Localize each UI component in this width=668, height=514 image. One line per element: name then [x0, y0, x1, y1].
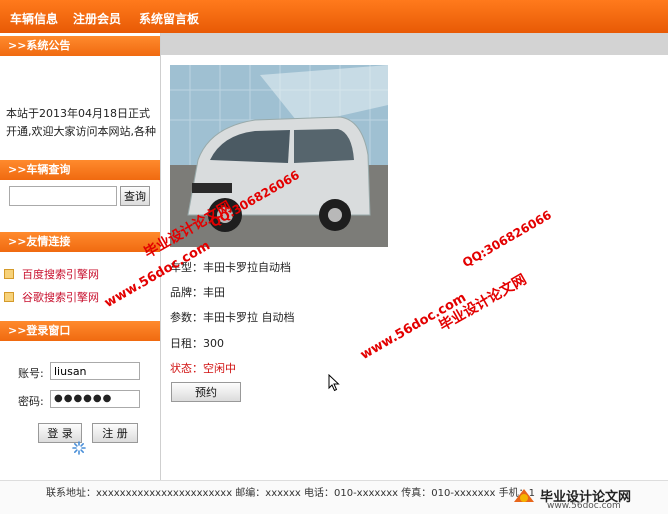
car-photo: [170, 65, 388, 247]
car-status: 状态：空闲中: [170, 362, 236, 375]
car-type: 车型：丰田卡罗拉自动档: [170, 261, 291, 274]
search-button[interactable]: 查询: [120, 186, 150, 206]
top-nav: 车辆信息 注册会员 系统留言板: [0, 0, 668, 33]
link-google[interactable]: 谷歌搜索引擎网: [4, 291, 99, 305]
nav-register[interactable]: 注册会员: [73, 10, 121, 27]
sidebar: >>系统公告 本站于2013年04月18日正式开通,欢迎大家访问本网站,各种 >…: [0, 33, 161, 480]
logo-icon: [514, 489, 534, 502]
link-baidu[interactable]: 百度搜索引擎网: [4, 268, 99, 282]
account-field[interactable]: [50, 362, 140, 380]
account-label: 账号:: [18, 367, 44, 380]
bullet-icon: [4, 269, 14, 279]
password-label: 密码:: [18, 395, 44, 408]
car-rent: 日租：300: [170, 337, 224, 350]
link-label: 谷歌搜索引擎网: [22, 291, 99, 304]
nav-guestbook[interactable]: 系统留言板: [139, 10, 199, 27]
content-header-bar: [161, 33, 668, 55]
car-params: 参数：丰田卡罗拉 自动档: [170, 311, 295, 324]
footer-contact: 联系地址：xxxxxxxxxxxxxxxxxxxxxxx 邮编：xxxxxx 电…: [46, 488, 535, 499]
search-heading: >>车辆查询: [0, 160, 160, 180]
book-button[interactable]: 预约: [171, 382, 241, 402]
password-field[interactable]: ●●●●●●: [50, 390, 140, 408]
links-heading: >>友情连接: [0, 232, 160, 252]
register-button[interactable]: 注 册: [92, 423, 138, 443]
search-input[interactable]: [9, 186, 117, 206]
loading-spinner-icon: [72, 441, 86, 455]
notice-heading: >>系统公告: [0, 36, 160, 56]
watermark-brand-2: 毕业设计论文网: [436, 271, 530, 335]
bullet-icon: [4, 292, 14, 302]
footer-logo-url: www.56doc.com: [547, 501, 621, 511]
login-button[interactable]: 登 录: [38, 423, 82, 443]
notice-text: 本站于2013年04月18日正式开通,欢迎大家访问本网站,各种: [6, 107, 156, 138]
login-heading: >>登录窗口: [0, 321, 160, 341]
watermark-qq-2: QQ:306826066: [460, 207, 554, 271]
watermark-site-2: www.56doc.com: [358, 290, 469, 363]
link-label: 百度搜索引擎网: [22, 268, 99, 281]
mouse-cursor-icon: [328, 374, 340, 392]
car-brand: 品牌：丰田: [170, 286, 225, 299]
nav-car-info[interactable]: 车辆信息: [10, 10, 58, 27]
